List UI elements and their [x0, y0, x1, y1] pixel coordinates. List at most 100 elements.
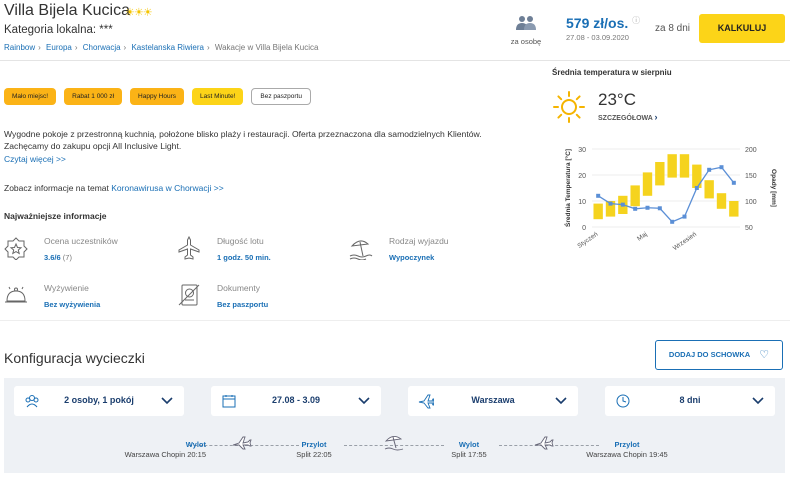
chart-precip-point: [645, 205, 650, 210]
chevron-down-icon: [752, 397, 764, 405]
airplane-icon: [178, 236, 200, 260]
chart-xtick: Wrzesień: [672, 231, 698, 252]
chart-ylabel-right: Opady [mm]: [770, 169, 777, 207]
chart-precip-point: [620, 202, 625, 207]
flight-return-arrival: Przylot Warszawa Chopin 19:45: [572, 440, 682, 459]
flight-info: Warszawa Chopin 20:15: [124, 450, 206, 459]
price-dates: 27.08 - 03.09.2020: [566, 33, 629, 42]
chart-precip-point: [694, 186, 699, 190]
chart-bar: [667, 154, 677, 178]
breadcrumb-link-chorwacja[interactable]: Chorwacja: [83, 43, 121, 52]
chevron-right-icon: ›: [654, 112, 658, 122]
info-food-value: Bez wyżywienia: [44, 300, 101, 309]
beach-umbrella-icon: [349, 240, 373, 260]
flight-outbound-arrival: Przylot Split 22:05: [274, 440, 354, 459]
tag-no-passport: Bez paszportu: [251, 88, 311, 105]
flight-type: Wylot: [185, 440, 206, 449]
offer-tags: Mało miejsc! Rabat 1 000 zł Happy Hours …: [4, 88, 311, 105]
price: 579 zł/os. ⓘ: [566, 15, 640, 31]
chart-precip-point: [657, 206, 662, 211]
trip-days: za 8 dni: [655, 23, 691, 34]
sun-icon: [553, 91, 585, 123]
persons-label: za osobę: [510, 37, 542, 46]
chart-bar: [704, 180, 714, 199]
departure-dropdown[interactable]: Warszawa: [408, 386, 578, 416]
persons-dropdown[interactable]: 2 osoby, 1 pokój: [14, 386, 184, 416]
info-docs-label: Dokumenty: [217, 283, 260, 293]
header-divider: [0, 60, 790, 61]
chart-ytick-left: 20: [578, 173, 586, 180]
add-to-clipboard-button[interactable]: DODAJ DO SCHOWKA ♡: [655, 340, 783, 370]
tag-discount: Rabat 1 000 zł: [64, 88, 123, 105]
flight-type: Przylot: [301, 440, 327, 449]
chart-bar: [729, 201, 739, 217]
weather-title: Średnia temperatura w sierpniu: [552, 68, 672, 77]
hotel-category: Kategoria lokalna: ***: [4, 24, 113, 36]
chart-precip-point: [707, 167, 712, 172]
food-cloche-icon: [5, 286, 27, 303]
config-title: Konfiguracja wycieczki: [4, 350, 145, 366]
chart-ytick-left: 0: [582, 225, 586, 232]
key-info-title: Najważniejsze informacje: [4, 211, 107, 221]
calculate-button[interactable]: KALKULUJ: [699, 14, 785, 43]
weather-details-link[interactable]: SZCZEGÓŁOWA ›: [598, 112, 658, 122]
config-bar: 2 osoby, 1 pokój 27.08 - 3.09 Warszawa 8…: [4, 378, 785, 473]
section-divider: [0, 320, 790, 321]
date-dropdown[interactable]: 27.08 - 3.09: [211, 386, 381, 416]
chart-ytick-left: 10: [578, 199, 586, 206]
breadcrumb-link-europa[interactable]: Europa: [46, 43, 72, 52]
chart-xtick: Maj: [636, 231, 649, 243]
chart-bar: [630, 185, 640, 207]
covid-prefix: Zobacz informacje na temat: [4, 183, 112, 193]
breadcrumb-link-rainbow[interactable]: Rainbow: [4, 43, 35, 52]
chart-precip-point: [608, 201, 613, 206]
info-flight-label: Długość lotu: [217, 236, 264, 246]
flight-outbound-departure: Wylot Warszawa Chopin 20:15: [96, 440, 206, 459]
chart-precip-point: [670, 219, 675, 224]
flight-type: Wylot: [458, 440, 480, 449]
info-icon[interactable]: ⓘ: [632, 16, 640, 25]
rating-score: 3.6/6: [44, 253, 61, 262]
info-docs-value: Bez paszportu: [217, 300, 269, 309]
info-flight-value: 1 godz. 50 min.: [217, 253, 271, 262]
weather-details-label: SZCZEGÓŁOWA: [598, 115, 653, 122]
chart-precip-point: [633, 206, 638, 211]
chart-ytick-left: 30: [578, 147, 586, 154]
breadcrumb-link-riwiera[interactable]: Kastelanska Riwiera: [131, 43, 203, 52]
chart-ylabel-left: Średnia Temperatura [°C]: [563, 149, 572, 227]
flight-info: Warszawa Chopin 19:45: [586, 450, 668, 459]
people-icon: [516, 16, 536, 30]
tag-last-minute: Last Minute!: [191, 88, 244, 105]
rating-count: (7): [62, 253, 72, 262]
hotel-description: Wygodne pokoje z przestronną kuchnią, po…: [4, 129, 482, 151]
info-rating-value[interactable]: 3.6/6 (7): [44, 253, 72, 262]
price-value: 579 zł/os.: [566, 15, 629, 31]
chart-ytick-right: 150: [745, 173, 757, 180]
chart-bar: [655, 162, 665, 186]
chart-ytick-right: 200: [745, 147, 757, 154]
chevron-down-icon: [161, 397, 173, 405]
info-trip-label: Rodzaj wyjazdu: [389, 236, 449, 246]
star-badge-icon: [4, 237, 28, 260]
chart-bar: [593, 203, 603, 220]
departure-dropdown-value: Warszawa: [471, 395, 515, 405]
duration-dropdown[interactable]: 8 dni: [605, 386, 775, 416]
hotel-stars: ☀☀☀: [125, 7, 153, 19]
read-more-link[interactable]: Czytaj więcej >>: [4, 154, 66, 164]
chart-ytick-right: 50: [745, 225, 753, 232]
temperature-value: 23°C: [598, 90, 636, 109]
covid-info: Zobacz informacje na temat Koronawirusa …: [4, 183, 224, 193]
chart-bar: [692, 164, 702, 188]
duration-dropdown-value: 8 dni: [679, 395, 701, 405]
add-to-clipboard-label: DODAJ DO SCHOWKA: [668, 350, 751, 359]
beach-umbrella-icon: [384, 436, 404, 451]
hotel-title: Villa Bijela Kucica: [4, 2, 130, 19]
breadcrumb: Rainbow › Europa › Chorwacja › Kastelanska …: [4, 43, 319, 52]
chart-bar: [679, 154, 690, 178]
passport-icon: [178, 284, 200, 306]
flight-type: Przylot: [614, 440, 640, 449]
chart-precip-point: [731, 180, 736, 185]
persons-selector[interactable]: za osobę: [508, 15, 544, 46]
airplane-takeoff-icon: [232, 436, 252, 450]
covid-link[interactable]: Koronawirusa w Chorwacji >>: [111, 183, 223, 193]
